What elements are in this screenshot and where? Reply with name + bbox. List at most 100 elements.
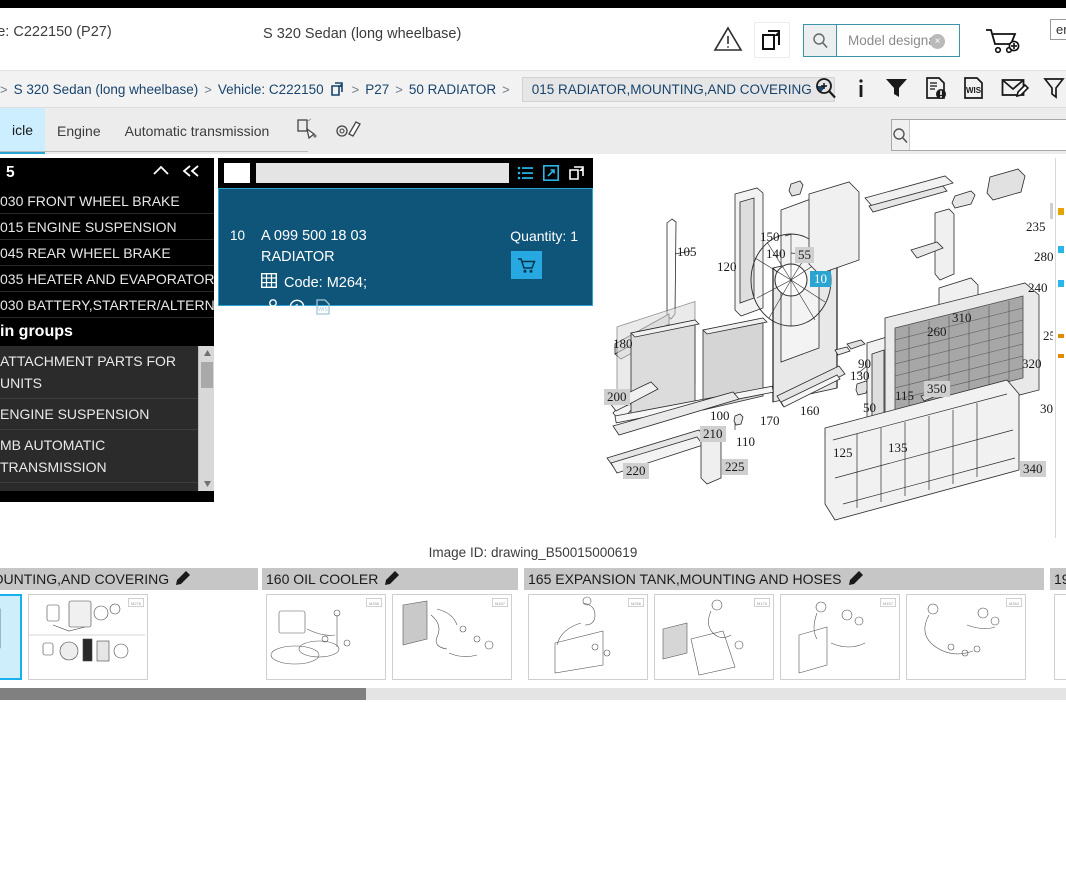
diagram-callout-140[interactable]: 140 — [766, 246, 786, 262]
sidebar-item-battery-starter[interactable]: 030 BATTERY,STARTER/ALTERNAT... — [0, 292, 214, 318]
model-search-box[interactable]: Model designa × — [803, 24, 960, 57]
thumbnail-item[interactable] — [1054, 594, 1066, 680]
part-select-all-checkbox[interactable] — [224, 163, 250, 183]
diagram-callout-170[interactable]: 170 — [760, 413, 780, 429]
document-alert-icon[interactable] — [925, 76, 947, 105]
sidebar-subgroup-mb-automatic-transmission[interactable]: MB AUTOMATIC TRANSMISSION — [0, 430, 198, 483]
thumbnail-item-selected[interactable] — [0, 594, 22, 680]
key-search-icon[interactable] — [264, 299, 278, 320]
thumbnail-item[interactable]: M157 — [780, 594, 900, 680]
part-number[interactable]: A 099 500 18 03 — [261, 228, 367, 244]
sidebar-item-front-wheel-brake[interactable]: 030 FRONT WHEEL BRAKE — [0, 188, 214, 214]
edit-pencil-icon[interactable] — [385, 570, 400, 588]
thumbnail-horizontal-scrollbar[interactable] — [0, 688, 1066, 700]
thumbnail-group-header[interactable]: 165 EXPANSION TANK,MOUNTING AND HOSES — [524, 568, 1046, 590]
part-filter-input[interactable] — [256, 163, 509, 183]
edit-pencil-icon[interactable] — [848, 570, 864, 588]
diagram-callout-225[interactable]: 225 — [722, 459, 748, 475]
sidebar-item-engine-suspension[interactable]: 015 ENGINE SUSPENSION — [0, 214, 214, 240]
thumbnail-group-header[interactable]: RADIATOR,MOUNTING,AND COVERING — [0, 568, 260, 590]
paint-bucket-icon[interactable] — [295, 117, 321, 146]
diagram-callout-280[interactable]: 280 — [1034, 249, 1053, 265]
thumbnail-item[interactable]: M256 — [266, 594, 386, 680]
diagram-callout-235[interactable]: 235 — [1026, 219, 1046, 235]
breadcrumb-item-p27[interactable]: P27 — [365, 82, 389, 97]
diagram-callout-110[interactable]: 110 — [736, 434, 755, 450]
tab-engine[interactable]: Engine — [45, 108, 113, 154]
wheel-bolt-icon[interactable] — [335, 117, 362, 146]
mail-edit-icon[interactable] — [1001, 76, 1030, 105]
triangle-up-icon[interactable] — [199, 346, 214, 360]
diagram-callout-23[interactable]: 23 — [1050, 203, 1053, 219]
diagram-callout-10[interactable]: 10 — [810, 271, 831, 287]
parts-search-box[interactable] — [891, 119, 1066, 151]
sidebar-scrollbar[interactable] — [198, 346, 214, 491]
tab-automatic-transmission[interactable]: Automatic transmission — [113, 108, 282, 154]
diagram-callout-90[interactable]: 90 — [858, 356, 871, 372]
info-icon[interactable] — [854, 76, 868, 105]
diagram-callout-210[interactable]: 210 — [700, 426, 726, 442]
model-search-input[interactable]: Model designa × — [837, 25, 959, 56]
thumbnail-item[interactable]: M276 — [28, 594, 148, 680]
language-selector[interactable]: en — [1050, 19, 1066, 40]
chevron-up-icon[interactable] — [146, 164, 176, 183]
diagram-callout-320[interactable]: 320 — [1022, 356, 1042, 372]
parts-search-button[interactable] — [892, 120, 910, 150]
sidebar-scrollbar-thumb[interactable] — [201, 362, 213, 388]
diagram-callout-310[interactable]: 310 — [952, 310, 972, 326]
chevron-double-left-icon[interactable] — [176, 164, 208, 183]
sidebar-subgroup-attachment-parts[interactable]: ATTACHMENT PARTS FOR UNITS — [0, 346, 198, 399]
diagram-callout-300[interactable]: 300 — [1040, 401, 1053, 417]
parts-search-input[interactable] — [910, 120, 1066, 150]
triangle-down-icon[interactable] — [199, 477, 214, 491]
diagram-callout-340[interactable]: 340 — [1020, 461, 1046, 477]
thumbnail-item[interactable]: M157 — [392, 594, 512, 680]
diagram-callout-200[interactable]: 200 — [604, 389, 630, 405]
breadcrumb-copy-icon[interactable] — [330, 81, 346, 97]
sidebar-subgroup-engine-suspension[interactable]: ENGINE SUSPENSION — [0, 399, 198, 430]
circle-one-icon[interactable]: 1 — [289, 299, 305, 320]
filter-icon[interactable] — [884, 76, 909, 105]
diagram-callout-105[interactable]: 105 — [677, 244, 697, 260]
edit-pencil-icon[interactable] — [176, 570, 191, 588]
tab-vehicle[interactable]: icle — [0, 108, 46, 154]
diagram-callout-250[interactable]: 250 — [1043, 328, 1053, 344]
cart-add-icon[interactable] — [984, 26, 1022, 56]
thumbnail-item[interactable]: M176 — [654, 594, 774, 680]
thumbnail-group-header[interactable]: 160 OIL COOLER — [262, 568, 520, 590]
diagram-callout-55[interactable]: 55 — [795, 247, 814, 263]
group-dropdown[interactable]: 015 RADIATOR,MOUNTING,AND COVERING — [521, 76, 835, 102]
list-view-icon[interactable] — [515, 166, 535, 180]
diagram-callout-150[interactable]: 150 — [760, 229, 780, 245]
zoom-in-icon[interactable] — [814, 76, 838, 105]
filter-outline-icon[interactable] — [1043, 76, 1065, 105]
diagram-callout-120[interactable]: 120 — [717, 259, 737, 275]
part-row[interactable]: 10 A 099 500 18 03 RADIATOR Code: M264; — [218, 188, 593, 315]
sidebar-item-rear-wheel-brake[interactable]: 045 REAR WHEEL BRAKE — [0, 240, 214, 266]
thumbnail-item[interactable]: M264 — [906, 594, 1026, 680]
diagram-callout-135[interactable]: 135 — [888, 440, 908, 456]
sidebar-subgroup-scroll[interactable]: ATTACHMENT PARTS FOR UNITS ENGINE SUSPEN… — [0, 346, 214, 491]
breadcrumb-item-radiator[interactable]: 50 RADIATOR — [409, 82, 496, 97]
breadcrumb-item-vehicle-id[interactable]: Vehicle: C222150 — [218, 82, 324, 97]
add-to-cart-button[interactable] — [511, 251, 542, 279]
copy-documents-icon[interactable] — [755, 23, 789, 57]
warning-triangle-icon[interactable] — [713, 25, 743, 53]
scrollbar-thumb[interactable] — [0, 688, 366, 700]
sidebar-item-heater-evaporator[interactable]: 035 HEATER AND EVAPORATOR H... — [0, 266, 214, 292]
search-submit-button[interactable] — [804, 25, 837, 56]
breadcrumb-item-vehicle-model[interactable]: S 320 Sedan (long wheelbase) — [14, 82, 199, 97]
duplicate-window-icon[interactable] — [567, 165, 587, 181]
diagram-callout-50[interactable]: 50 — [863, 400, 876, 416]
sidebar-subgroup-pedal-assembly[interactable]: PEDAL ASSEMBLY — [0, 483, 198, 491]
thumbnail-item[interactable]: M256 — [528, 594, 648, 680]
diagram-callout-160[interactable]: 160 — [800, 403, 820, 419]
parts-diagram[interactable]: 105 150140 120 55 10 23523 280 240 310 260 250 320 1… — [595, 158, 1053, 538]
wis-document-icon[interactable]: WIS — [963, 76, 985, 105]
diagram-callout-220[interactable]: 220 — [623, 463, 649, 479]
diagram-callout-180[interactable]: 180 — [613, 336, 633, 352]
wis-document-icon[interactable]: WIS — [316, 299, 330, 320]
diagram-callout-240[interactable]: 240 — [1028, 280, 1048, 296]
thumbnail-strip[interactable]: RADIATOR,MOUNTING,AND COVERING — [0, 568, 1066, 683]
clear-search-icon[interactable]: × — [930, 34, 945, 49]
